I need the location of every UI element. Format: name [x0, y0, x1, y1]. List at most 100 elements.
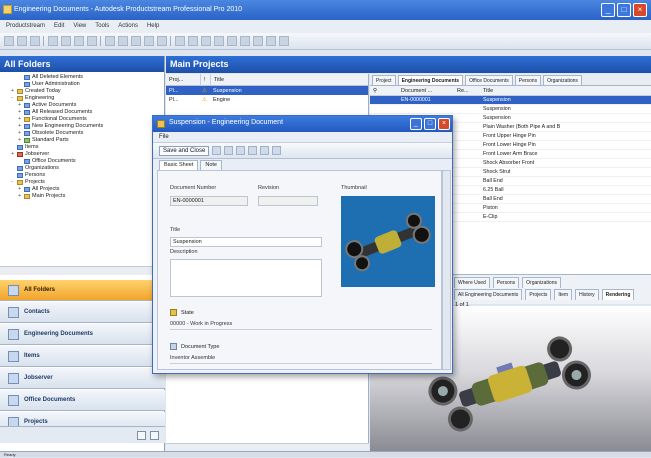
tab-note[interactable]: Note: [200, 160, 222, 170]
toolbar-button-icon[interactable]: [253, 36, 263, 46]
maximize-icon[interactable]: □: [424, 118, 436, 130]
menu-help[interactable]: Help: [147, 23, 159, 33]
tab-projects[interactable]: Projects: [525, 289, 552, 300]
tab-rendering[interactable]: Rendering: [601, 289, 635, 300]
tree-item[interactable]: Organizations: [4, 165, 164, 172]
toolbar-button-icon[interactable]: [236, 146, 246, 155]
tab-where-used[interactable]: Where Used: [454, 277, 490, 288]
toolbar-button-icon[interactable]: [260, 146, 270, 155]
state-section[interactable]: State: [170, 309, 194, 316]
expand-icon[interactable]: +: [18, 137, 22, 144]
expand-icon[interactable]: +: [18, 123, 22, 130]
expand-icon[interactable]: +: [18, 116, 22, 123]
toolbar-button-icon[interactable]: [248, 146, 258, 155]
tree-item[interactable]: + Active Documents: [4, 102, 164, 109]
column-header[interactable]: Title: [211, 74, 368, 86]
toolbar-button-icon[interactable]: [201, 36, 211, 46]
column-header[interactable]: Proj...: [166, 73, 201, 86]
toolbar-button-icon[interactable]: [131, 36, 141, 46]
dialog-scrollbar[interactable]: [442, 170, 451, 370]
toolbar-button-icon[interactable]: [4, 36, 14, 46]
column-header[interactable]: Re...: [454, 88, 480, 94]
collapse-icon[interactable]: -: [11, 179, 15, 186]
toolbar-button-icon[interactable]: [61, 36, 71, 46]
tab-basic-sheet[interactable]: Basic Sheet: [159, 160, 199, 170]
expand-icon[interactable]: +: [18, 186, 22, 193]
toolbar-button-icon[interactable]: [74, 36, 84, 46]
project-row[interactable]: Pl... ⚠ Engine: [166, 95, 368, 104]
tree-item[interactable]: + Standard Parts: [4, 137, 164, 144]
tab-office-documents[interactable]: Office Documents: [465, 75, 513, 85]
nav-button[interactable]: Jobserver: [0, 368, 165, 389]
minimize-icon[interactable]: _: [410, 118, 422, 130]
toolbar-button-icon[interactable]: [212, 146, 222, 155]
toolbar-button-icon[interactable]: [272, 146, 282, 155]
toolbar-button-icon[interactable]: [157, 36, 167, 46]
tree-item[interactable]: - Engineering: [4, 95, 164, 102]
nav-button[interactable]: Items: [0, 346, 165, 367]
nav-button[interactable]: Office Documents: [0, 390, 165, 411]
toolbar-button-icon[interactable]: [227, 36, 237, 46]
toolbar-button-icon[interactable]: [30, 36, 40, 46]
tree-item[interactable]: + Jobserver: [4, 151, 164, 158]
toolbar-button-icon[interactable]: [48, 36, 58, 46]
tree-item[interactable]: Office Documents: [4, 158, 164, 165]
toolbar-button-icon[interactable]: [175, 36, 185, 46]
expand-icon[interactable]: +: [11, 151, 15, 158]
tree-item[interactable]: All Deleted Elements: [4, 74, 164, 81]
toolbar-button-icon[interactable]: [188, 36, 198, 46]
tree-item[interactable]: - Projects: [4, 179, 164, 186]
toolbar-button-icon[interactable]: [17, 36, 27, 46]
tab-persons[interactable]: Persons: [514, 75, 542, 85]
toolbar-button-icon[interactable]: [144, 36, 154, 46]
document-row[interactable]: Suspension: [370, 105, 651, 114]
tree-item[interactable]: + All Projects: [4, 186, 164, 193]
expand-icon[interactable]: +: [18, 109, 22, 116]
close-icon[interactable]: ×: [438, 118, 450, 130]
tree-item[interactable]: + Created Today: [4, 88, 164, 95]
tab-engineering-documents[interactable]: Engineering Documents: [397, 75, 464, 85]
tab-persons-detail[interactable]: Persons: [492, 277, 520, 288]
tab-organizations[interactable]: Organizations: [543, 75, 582, 85]
nav-button[interactable]: All Folders: [0, 280, 165, 301]
collapse-icon[interactable]: -: [11, 95, 15, 102]
menu-tools[interactable]: Tools: [95, 23, 109, 33]
toolbar-button-icon[interactable]: [118, 36, 128, 46]
toolbar-button-icon[interactable]: [266, 36, 276, 46]
save-and-close-button[interactable]: Save and Close: [159, 145, 210, 156]
expand-icon[interactable]: +: [11, 88, 15, 95]
tab-item[interactable]: Item: [554, 289, 573, 300]
minimize-icon[interactable]: _: [601, 3, 615, 17]
toolbar-button-icon[interactable]: [240, 36, 250, 46]
tree-item[interactable]: Items: [4, 144, 164, 151]
expand-icon[interactable]: +: [18, 193, 22, 200]
tree-item[interactable]: + Obsolete Documents: [4, 130, 164, 137]
menu-edit[interactable]: Edit: [54, 23, 64, 33]
maximize-icon[interactable]: □: [617, 3, 631, 17]
menu-actions[interactable]: Actions: [118, 23, 138, 33]
column-header[interactable]: !: [201, 73, 211, 86]
expand-icon[interactable]: +: [18, 130, 22, 137]
toolbar-button-icon[interactable]: [214, 36, 224, 46]
menu-file[interactable]: File: [159, 134, 169, 140]
tree-item[interactable]: Persons: [4, 172, 164, 179]
tab-history[interactable]: History: [575, 289, 599, 300]
toolbar-button-icon[interactable]: [87, 36, 97, 46]
menu-productstream[interactable]: Productstream: [6, 23, 45, 33]
tab-project[interactable]: Project: [372, 75, 396, 85]
toolbar-button-icon[interactable]: [224, 146, 234, 155]
title-field[interactable]: Suspension: [170, 237, 322, 247]
folder-tree-scrollbar[interactable]: [0, 266, 165, 275]
menu-view[interactable]: View: [73, 23, 86, 33]
nav-button[interactable]: Contacts: [0, 302, 165, 323]
tree-item[interactable]: + Main Projects: [4, 193, 164, 200]
column-header[interactable]: Title: [480, 88, 493, 94]
nav-button[interactable]: Engineering Documents: [0, 324, 165, 345]
tree-item[interactable]: + All Released Documents: [4, 109, 164, 116]
expand-icon[interactable]: +: [18, 102, 22, 109]
tab-all-engineering-documents[interactable]: All Engineering Documents: [454, 289, 523, 300]
document-type-section[interactable]: Document Type: [170, 343, 219, 350]
tree-item[interactable]: + New Engineering Documents: [4, 123, 164, 130]
description-field[interactable]: [170, 259, 322, 297]
toolbar-button-icon[interactable]: [105, 36, 115, 46]
